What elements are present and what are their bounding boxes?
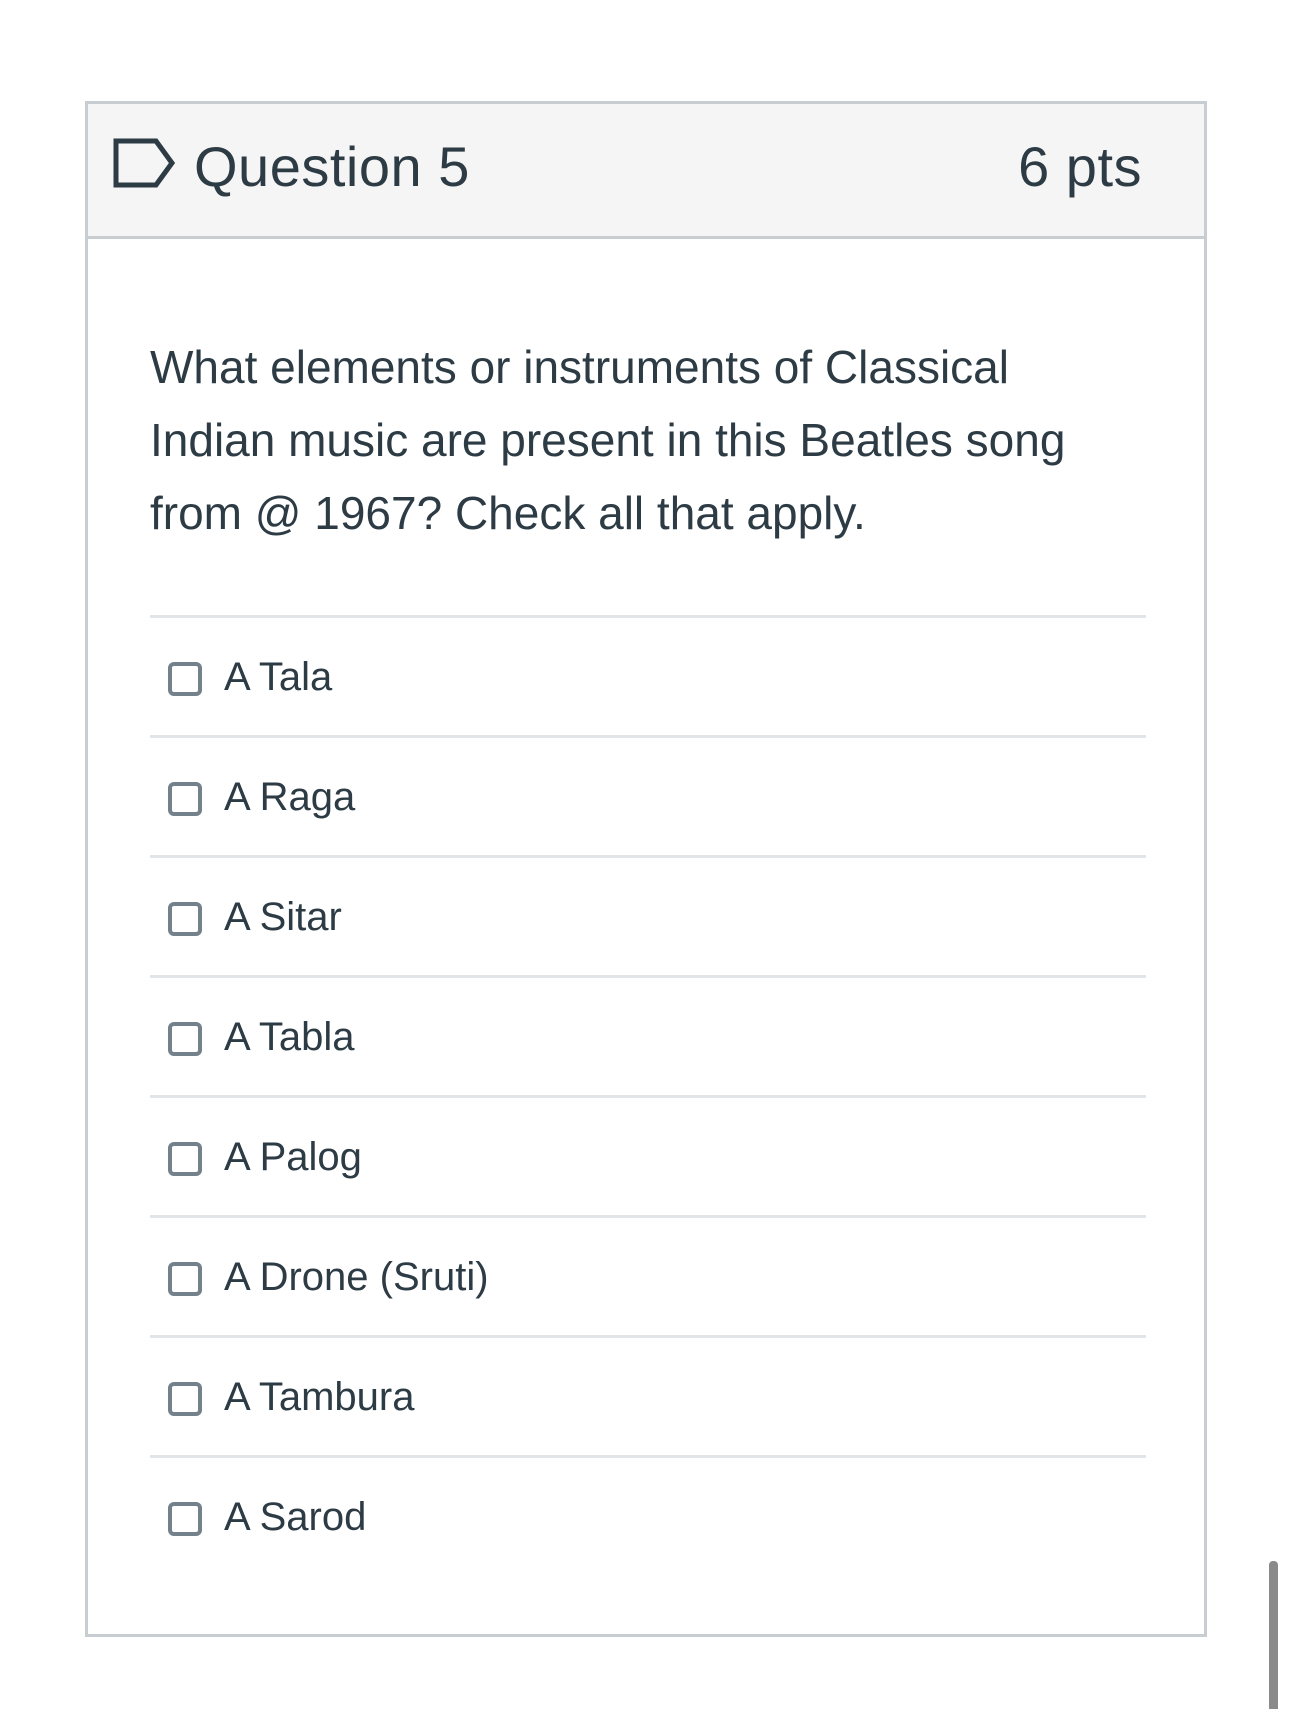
checkbox[interactable] — [168, 1501, 202, 1536]
answer-label: A Tabla — [224, 1014, 355, 1059]
answer-label: A Sarod — [224, 1494, 367, 1539]
scrollbar-thumb[interactable] — [1269, 1561, 1278, 1709]
answer-label: A Raga — [224, 774, 356, 819]
checkbox[interactable] — [168, 781, 202, 816]
answer-label: A Tala — [224, 654, 333, 699]
question-card: Question 5 6 pts What elements or instru… — [85, 101, 1207, 1637]
answer-option-tala[interactable]: A Tala — [150, 615, 1146, 735]
answer-label: A Sitar — [224, 894, 342, 939]
answer-option-sarod[interactable]: A Sarod — [150, 1455, 1146, 1575]
question-points: 6 pts — [1018, 135, 1142, 198]
checkbox[interactable] — [168, 1261, 202, 1296]
answer-list: A Tala A Raga A Sitar A Tabla A Palog A … — [150, 615, 1146, 1575]
checkbox[interactable] — [168, 661, 202, 696]
answer-option-sitar[interactable]: A Sitar — [150, 855, 1146, 975]
answer-option-palog[interactable]: A Palog — [150, 1095, 1146, 1215]
answer-option-tabla[interactable]: A Tabla — [150, 975, 1146, 1095]
checkbox[interactable] — [168, 1141, 202, 1176]
answer-option-raga[interactable]: A Raga — [150, 735, 1146, 855]
answer-label: A Palog — [224, 1134, 362, 1179]
question-text: What elements or instruments of Classica… — [150, 341, 1066, 539]
question-title: Question 5 — [194, 135, 470, 198]
checkbox[interactable] — [168, 901, 202, 936]
flag-outline-icon[interactable] — [112, 137, 178, 189]
answer-label: A Drone (Sruti) — [224, 1254, 489, 1299]
checkbox[interactable] — [168, 1021, 202, 1056]
checkbox[interactable] — [168, 1381, 202, 1416]
answer-option-tambura[interactable]: A Tambura — [150, 1335, 1146, 1455]
question-header: Question 5 6 pts — [88, 104, 1204, 239]
answer-option-drone[interactable]: A Drone (Sruti) — [150, 1215, 1146, 1335]
answer-label: A Tambura — [224, 1374, 415, 1419]
